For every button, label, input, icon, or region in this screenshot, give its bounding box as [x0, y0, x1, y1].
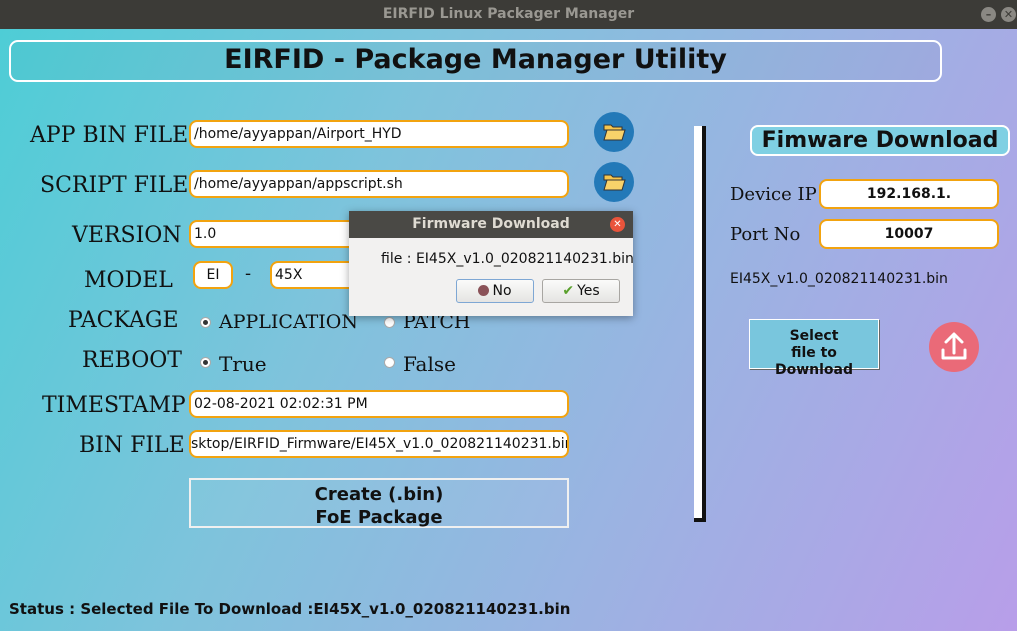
reboot-true-label: True [219, 352, 267, 376]
panel-divider [694, 126, 706, 522]
header-box: EIRFID - Package Manager Utility [9, 40, 942, 82]
model-field[interactable]: 45X [270, 261, 360, 289]
device-ip-label: Device IP [730, 184, 817, 205]
reboot-true-radio[interactable] [200, 357, 211, 368]
script-file-field[interactable]: /home/ayyappan/appscript.sh [189, 170, 569, 198]
script-browse-button[interactable] [594, 162, 634, 202]
version-label: VERSION [72, 223, 182, 248]
dialog-yes-label: Yes [577, 283, 600, 299]
version-field[interactable]: 1.0 [189, 220, 359, 248]
package-application-radio[interactable] [200, 317, 211, 328]
dialog-no-label: No [492, 283, 512, 299]
dialog-yes-button[interactable]: ✔ Yes [542, 279, 620, 303]
close-icon[interactable]: ✕ [610, 217, 625, 232]
upload-button[interactable] [929, 322, 979, 372]
main-panel: EIRFID - Package Manager Utility APP BIN… [0, 29, 1017, 631]
check-icon: ✔ [562, 283, 575, 299]
page-title: EIRFID - Package Manager Utility [224, 44, 727, 75]
script-file-label: SCRIPT FILE [40, 173, 189, 198]
model-prefix-field[interactable]: EI [193, 261, 233, 289]
no-icon [478, 285, 490, 296]
reboot-false-radio[interactable] [384, 357, 395, 368]
model-label: MODEL [84, 268, 173, 293]
select-file-button[interactable]: Select file to Download [749, 319, 879, 378]
app-bin-browse-button[interactable] [594, 112, 634, 152]
dialog-message: file : EI45X_v1.0_020821140231.bin [381, 251, 634, 267]
package-patch-radio[interactable] [384, 317, 395, 328]
create-line2: FoE Package [315, 507, 443, 528]
upload-icon [941, 332, 967, 360]
confirm-dialog: Firmware Download ✕ file : EI45X_v1.0_02… [349, 211, 634, 316]
folder-open-icon [603, 124, 626, 141]
firmware-download-title: Fimware Download [750, 125, 1010, 156]
folder-open-icon [603, 174, 626, 191]
port-label: Port No [730, 224, 801, 245]
bin-file-label: BIN FILE [79, 433, 185, 458]
status-bar-text: Status : Selected File To Download :EI45… [9, 600, 571, 618]
reboot-label: REBOOT [82, 348, 182, 373]
device-ip-field[interactable]: 192.168.1. [819, 179, 999, 209]
package-label: PACKAGE [68, 308, 179, 333]
dialog-title: Firmware Download [349, 211, 633, 238]
port-field[interactable]: 10007 [819, 219, 999, 249]
reboot-false-label: False [403, 352, 456, 376]
create-package-button[interactable]: Create (.bin) FoE Package [189, 478, 569, 528]
app-bin-field[interactable]: /home/ayyappan/Airport_HYD [189, 120, 569, 148]
select-line2: file to Download [774, 345, 854, 378]
timestamp-field[interactable]: 02-08-2021 02:02:31 PM [189, 390, 569, 418]
model-dash: - [245, 263, 252, 284]
window-titlebar: EIRFID Linux Packager Manager – ✕ [0, 0, 1017, 29]
close-window-button[interactable]: ✕ [1001, 7, 1016, 22]
window-title: EIRFID Linux Packager Manager [382, 6, 635, 22]
selected-file-name: EI45X_v1.0_020821140231.bin [730, 271, 948, 287]
package-application-label: APPLICATION [219, 311, 359, 333]
dialog-no-button[interactable]: No [456, 279, 534, 303]
app-bin-label: APP BIN FILE [30, 123, 189, 148]
create-line1: Create (.bin) [314, 484, 444, 505]
select-line1: Select [789, 328, 839, 344]
minimize-button[interactable]: – [981, 7, 996, 22]
timestamp-label: TIMESTAMP [42, 393, 186, 418]
bin-file-field[interactable]: sktop/EIRFID_Firmware/EI45X_v1.0_0208211… [189, 430, 569, 458]
